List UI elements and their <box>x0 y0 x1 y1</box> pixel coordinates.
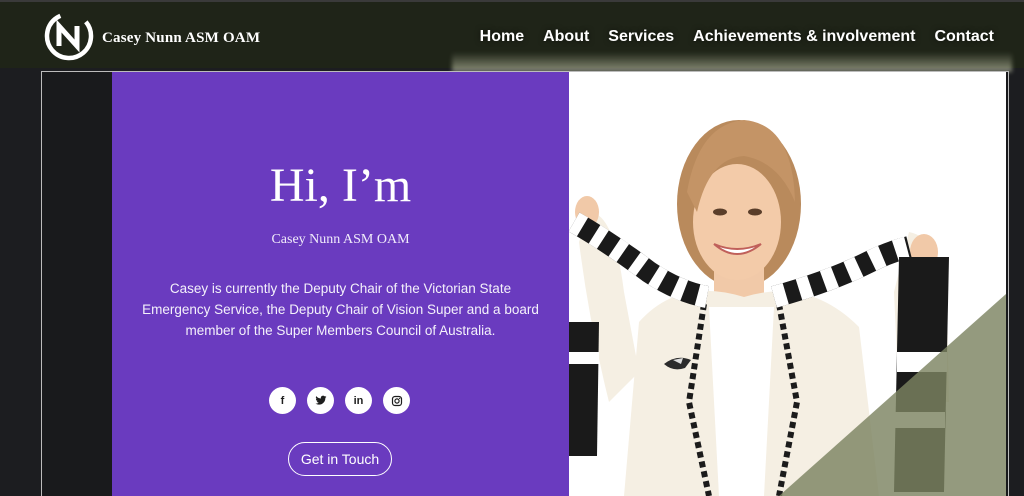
hero-intro-panel: Hi, I’m Casey Nunn ASM OAM Casey is curr… <box>112 72 569 496</box>
facebook-icon[interactable]: f <box>269 387 296 414</box>
header-glow-decoration <box>452 52 1012 72</box>
cn-logo-icon[interactable] <box>44 11 94 61</box>
hero-left-margin <box>42 72 112 496</box>
brand-name[interactable]: Casey Nunn ASM OAM <box>102 30 260 47</box>
social-links: f in <box>269 387 410 414</box>
instagram-icon[interactable] <box>383 387 410 414</box>
get-in-touch-button[interactable]: Get in Touch <box>288 442 392 476</box>
nav-about[interactable]: About <box>543 28 589 46</box>
twitter-icon[interactable] <box>307 387 334 414</box>
nav-achievements[interactable]: Achievements & involvement <box>693 28 915 46</box>
hero-name: Casey Nunn ASM OAM <box>271 232 410 247</box>
nav-services[interactable]: Services <box>608 28 674 46</box>
nav-contact[interactable]: Contact <box>934 28 994 46</box>
hero-title: Hi, I’m <box>269 159 412 212</box>
portrait-illustration <box>569 120 1006 496</box>
nav-home[interactable]: Home <box>480 28 524 46</box>
linkedin-icon[interactable]: in <box>345 387 372 414</box>
main-nav: Home About Services Achievements & invol… <box>480 28 994 46</box>
portrait-photo <box>569 72 1006 496</box>
hero-description: Casey is currently the Deputy Chair of t… <box>142 281 539 338</box>
